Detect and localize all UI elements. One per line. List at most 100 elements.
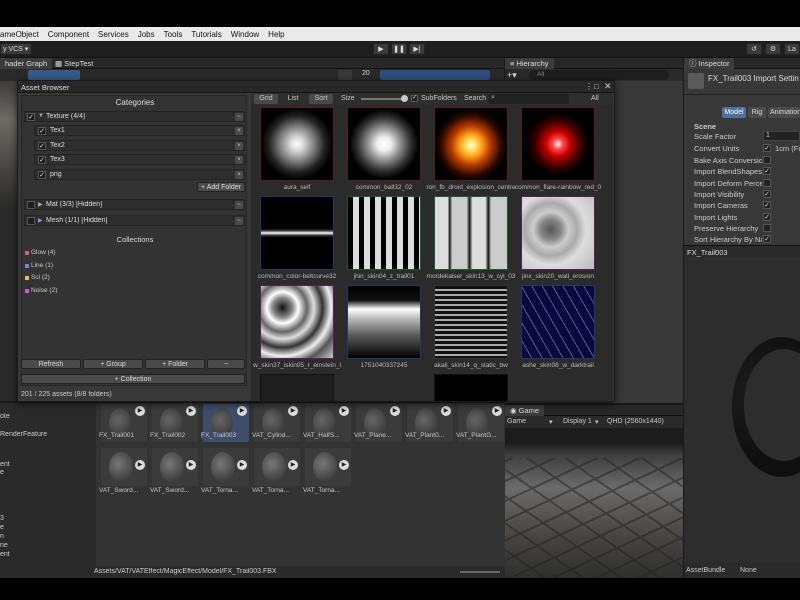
scene-view[interactable]	[0, 81, 18, 401]
folder-checkbox[interactable]: ✓	[38, 141, 46, 150]
import-setting-checkbox[interactable]: ✓	[763, 189, 771, 198]
display-chevron[interactable]: ▾	[595, 418, 599, 426]
asset-thumbnail[interactable]	[521, 196, 595, 270]
import-setting-checkbox[interactable]	[763, 178, 771, 187]
project-tree-item[interactable]: 3	[0, 515, 4, 522]
folder-checkbox[interactable]: ✓	[38, 127, 46, 135]
play-preview-icon[interactable]: ▶	[390, 406, 400, 416]
gizmo-toggle[interactable]	[338, 70, 352, 80]
history-button[interactable]: ↺	[746, 43, 762, 55]
asset-thumbnail[interactable]	[260, 107, 334, 181]
version-control-dropdown[interactable]: y VCS ▾	[0, 43, 32, 55]
close-icon[interactable]: ✕	[604, 81, 612, 92]
project-tree-item[interactable]: e	[0, 524, 4, 531]
mat-checkbox[interactable]	[27, 201, 35, 209]
play-preview-icon[interactable]: ▶	[186, 460, 196, 470]
tab-animation[interactable]: Animation	[768, 107, 800, 118]
game-view-render[interactable]	[505, 428, 683, 578]
pause-button[interactable]: ❚❚	[391, 43, 407, 55]
play-preview-icon[interactable]: ▶	[135, 460, 145, 470]
play-preview-icon[interactable]: ▶	[186, 406, 196, 416]
sort-button[interactable]: Sort	[309, 94, 333, 104]
project-tree-item[interactable]: RenderFeature	[0, 431, 47, 438]
maximize-icon[interactable]: □	[594, 82, 599, 91]
tab-game[interactable]: ◉ Game	[505, 405, 545, 416]
play-preview-icon[interactable]: ▶	[237, 460, 247, 470]
folder-remove-button[interactable]: ×	[235, 156, 243, 164]
asset-thumbnail[interactable]	[521, 107, 595, 181]
menu-gameobject[interactable]: ameObject	[0, 30, 39, 39]
import-setting-checkbox[interactable]	[763, 223, 771, 232]
play-preview-icon[interactable]: ▶	[288, 460, 298, 470]
size-slider-handle[interactable]	[401, 95, 408, 102]
add-folder-footer-button[interactable]: + Folder	[145, 359, 205, 369]
search-input[interactable]: ⌕	[489, 94, 569, 104]
texture-folder-row[interactable]: ✓ Tex2 ×	[34, 139, 245, 151]
asset-thumbnail[interactable]	[521, 285, 595, 359]
folder-checkbox[interactable]: ✓	[38, 156, 46, 164]
subfolders-checkbox[interactable]: ✓	[411, 95, 418, 102]
collection-item[interactable]: Line (1)	[31, 262, 53, 269]
texture-folder-row[interactable]: ✓ Tex3 ×	[34, 154, 245, 165]
add-group-button[interactable]: + Group	[83, 359, 143, 369]
asset-thumbnail[interactable]	[434, 374, 508, 401]
zoom-slider[interactable]	[460, 571, 500, 573]
display-dropdown[interactable]: Display 1	[563, 418, 592, 425]
size-slider[interactable]	[361, 98, 405, 100]
collection-item[interactable]: Glow (4)	[31, 249, 56, 256]
texture-remove-button[interactable]: −	[235, 113, 243, 121]
menu-window[interactable]: Window	[231, 30, 259, 39]
menu-help[interactable]: Help	[268, 30, 284, 39]
folder-remove-button[interactable]: ×	[235, 127, 243, 135]
list-view-button[interactable]: List	[281, 94, 305, 104]
asset-thumbnail[interactable]	[434, 285, 508, 359]
game-mode-dropdown[interactable]: Game	[507, 418, 526, 425]
convert-units-checkbox[interactable]: ✓	[763, 144, 771, 152]
asset-thumbnail[interactable]	[434, 196, 508, 270]
game-mode-chevron[interactable]: ▾	[549, 418, 553, 426]
import-setting-checkbox[interactable]	[763, 156, 771, 164]
add-collection-button[interactable]: + Collection	[21, 374, 245, 384]
texture-folder-row[interactable]: ✓ Tex1 ×	[34, 125, 245, 136]
window-menu-icon[interactable]: ⋮	[585, 82, 593, 91]
tab-model[interactable]: Model	[722, 107, 746, 118]
model-preview[interactable]	[684, 257, 800, 563]
play-preview-icon[interactable]: ▶	[135, 406, 145, 416]
folder-checkbox[interactable]: ✓	[38, 170, 46, 179]
texture-folder-row[interactable]: ✓ png ×	[34, 168, 245, 180]
asset-thumbnail[interactable]	[260, 196, 334, 270]
menu-tutorials[interactable]: Tutorials	[191, 30, 221, 39]
menu-component[interactable]: Component	[48, 30, 89, 39]
import-setting-checkbox[interactable]: ✓	[763, 201, 771, 210]
tab-steptest[interactable]: ▦ StepTest	[50, 58, 98, 69]
collapse-arrow-icon[interactable]: ▶	[38, 201, 43, 208]
asset-thumbnail[interactable]	[347, 196, 421, 270]
play-preview-icon[interactable]: ▶	[441, 406, 451, 416]
scene-view-options[interactable]	[380, 70, 490, 80]
refresh-button[interactable]: Refresh	[21, 359, 81, 369]
import-setting-checkbox[interactable]: ✓	[763, 235, 771, 244]
tab-hierarchy[interactable]: ≡ Hierarchy	[505, 58, 554, 69]
hierarchy-search-input[interactable]: All	[529, 70, 669, 80]
play-preview-icon[interactable]: ▶	[339, 406, 349, 416]
tab-rig[interactable]: Rig	[748, 107, 766, 118]
texture-checkbox[interactable]: ✓	[27, 113, 35, 121]
resolution-dropdown[interactable]: QHD (2560x1440)	[607, 418, 683, 425]
scale-factor-input[interactable]: 1	[763, 131, 800, 141]
collection-item[interactable]: Noise (2)	[31, 287, 57, 294]
layers-button[interactable]: La	[784, 43, 800, 55]
asset-browser-titlebar[interactable]: Asset Browser ⋮ □ ✕	[18, 81, 614, 93]
play-preview-icon[interactable]: ▶	[492, 406, 502, 416]
project-tree-item[interactable]: e	[0, 469, 4, 476]
asset-thumbnail[interactable]	[260, 285, 334, 359]
play-preview-icon[interactable]: ▶	[288, 406, 298, 416]
collection-item[interactable]: Sci (2)	[31, 274, 50, 281]
mesh-remove-button[interactable]: −	[235, 217, 243, 225]
category-row-mesh[interactable]: ▶ Mesh (1/1) [Hidden] −	[24, 215, 245, 226]
remove-button[interactable]: −	[207, 359, 245, 369]
import-setting-checkbox[interactable]: ✓	[763, 212, 771, 221]
import-setting-checkbox[interactable]: ✓	[763, 167, 771, 176]
asset-bundle-value[interactable]: None	[740, 567, 757, 574]
project-tree-item[interactable]: ent	[0, 551, 10, 558]
add-folder-button[interactable]: + Add Folder	[197, 182, 245, 192]
